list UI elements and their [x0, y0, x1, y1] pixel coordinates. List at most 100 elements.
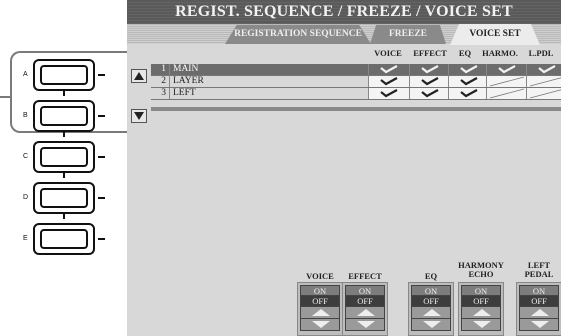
- check-icon: [421, 77, 439, 86]
- check-icon: [460, 65, 478, 74]
- table-row[interactable]: 1 MAIN: [151, 64, 561, 76]
- row-divider: [169, 64, 170, 75]
- tab-voice-set[interactable]: VOICE SET: [450, 24, 540, 45]
- panel-button-label: E: [23, 235, 28, 242]
- on-off-control[interactable]: ON OFF: [300, 285, 340, 331]
- check-icon: [421, 65, 439, 74]
- panel-button-e[interactable]: [33, 223, 95, 255]
- off-option[interactable]: OFF: [345, 296, 385, 307]
- up-button[interactable]: [411, 307, 451, 319]
- up-arrow-icon: [134, 72, 144, 80]
- up-button[interactable]: [519, 307, 559, 319]
- checkbox-cell[interactable]: [526, 88, 561, 99]
- control-label: LEFT PEDAL: [509, 261, 561, 279]
- scroll-up-button[interactable]: [131, 69, 147, 83]
- down-button[interactable]: [461, 319, 501, 331]
- panel-button-label: C: [23, 153, 29, 160]
- on-off-control[interactable]: ON OFF: [411, 285, 451, 331]
- column-header-voice: VOICE: [374, 48, 402, 58]
- panel-button-a[interactable]: [33, 59, 95, 91]
- on-off-control[interactable]: ON OFF: [461, 285, 501, 331]
- panel-button-d[interactable]: [33, 182, 95, 214]
- check-icon: [460, 89, 478, 98]
- table-row[interactable]: 3 LEFT: [151, 88, 561, 100]
- table-bottom-border: [151, 107, 561, 111]
- off-option[interactable]: OFF: [411, 296, 451, 307]
- check-icon: [538, 65, 556, 74]
- scroll-down-button[interactable]: [131, 109, 147, 123]
- down-button[interactable]: [411, 319, 451, 331]
- on-option[interactable]: ON: [300, 285, 340, 296]
- callout-line: [0, 96, 12, 98]
- diagonal-line-icon: [489, 88, 525, 99]
- down-button[interactable]: [345, 319, 385, 331]
- control-label-line: ECHO: [468, 269, 494, 279]
- checkbox-cell[interactable]: [526, 64, 561, 75]
- checkbox-cell[interactable]: [368, 76, 409, 87]
- check-icon: [460, 77, 478, 86]
- row-name: MAIN: [173, 64, 199, 74]
- control-label: HARMONY ECHO: [451, 261, 511, 279]
- on-off-control[interactable]: ON OFF: [345, 285, 385, 331]
- column-header-lpdl: L.PDL: [528, 48, 554, 58]
- lcd-screen: REGIST. SEQUENCE / FREEZE / VOICE SET RE…: [127, 0, 561, 336]
- row-divider: [169, 76, 170, 87]
- on-option[interactable]: ON: [345, 285, 385, 296]
- up-arrow-icon: [312, 309, 330, 316]
- up-arrow-icon: [357, 309, 375, 316]
- checkbox-cell[interactable]: [486, 64, 527, 75]
- checkbox-cell[interactable]: [409, 64, 450, 75]
- title-bar: REGIST. SEQUENCE / FREEZE / VOICE SET: [127, 0, 561, 24]
- checkbox-cell[interactable]: [486, 88, 527, 99]
- checkbox-cell[interactable]: [448, 88, 489, 99]
- check-icon: [380, 89, 398, 98]
- button-indicator: [98, 197, 105, 199]
- row-number: 3: [161, 88, 166, 98]
- tab-freeze[interactable]: FREEZE: [370, 25, 446, 44]
- up-button[interactable]: [345, 307, 385, 319]
- off-option[interactable]: OFF: [461, 296, 501, 307]
- panel-button-b[interactable]: [33, 100, 95, 132]
- checkbox-cell[interactable]: [448, 76, 489, 87]
- up-button[interactable]: [461, 307, 501, 319]
- button-indicator: [98, 74, 105, 76]
- checkbox-cell[interactable]: [448, 64, 489, 75]
- tab-registration-sequence[interactable]: REGISTRATION SEQUENCE: [225, 25, 371, 44]
- checkbox-cell[interactable]: [409, 76, 450, 87]
- checkbox-cell[interactable]: [368, 88, 409, 99]
- row-divider: [169, 88, 170, 99]
- diagonal-line-icon: [529, 77, 561, 87]
- on-option[interactable]: ON: [411, 285, 451, 296]
- diagonal-line-icon: [489, 76, 525, 87]
- control-label-line: PEDAL: [524, 269, 554, 279]
- down-button[interactable]: [519, 319, 559, 331]
- column-header-effect: EFFECT: [413, 48, 447, 58]
- on-option[interactable]: ON: [519, 285, 559, 296]
- down-arrow-icon: [423, 321, 441, 328]
- panel-button-label: B: [23, 112, 28, 119]
- off-option[interactable]: OFF: [519, 296, 559, 307]
- column-header-eq: EQ: [458, 48, 472, 58]
- up-arrow-icon: [531, 309, 549, 316]
- row-number: 1: [161, 64, 166, 74]
- checkbox-cell[interactable]: [526, 76, 561, 87]
- on-off-control[interactable]: ON OFF: [519, 285, 559, 331]
- control-label: EFFECT: [348, 271, 382, 281]
- panel-button-c[interactable]: [33, 141, 95, 173]
- down-button[interactable]: [300, 319, 340, 331]
- checkbox-cell[interactable]: [409, 88, 450, 99]
- on-option[interactable]: ON: [461, 285, 501, 296]
- button-indicator: [98, 238, 105, 240]
- row-name: LAYER: [173, 76, 204, 86]
- checkbox-cell[interactable]: [486, 76, 527, 87]
- button-indicator: [98, 156, 105, 158]
- down-arrow-icon: [312, 321, 330, 328]
- off-option[interactable]: OFF: [300, 296, 340, 307]
- column-header-harmo: HARMO.: [482, 48, 518, 58]
- checkbox-cell[interactable]: [368, 64, 409, 75]
- down-arrow-icon: [531, 321, 549, 328]
- table-row[interactable]: 2 LAYER: [151, 76, 561, 88]
- up-button[interactable]: [300, 307, 340, 319]
- panel-button-label: D: [23, 194, 29, 201]
- up-arrow-icon: [423, 309, 441, 316]
